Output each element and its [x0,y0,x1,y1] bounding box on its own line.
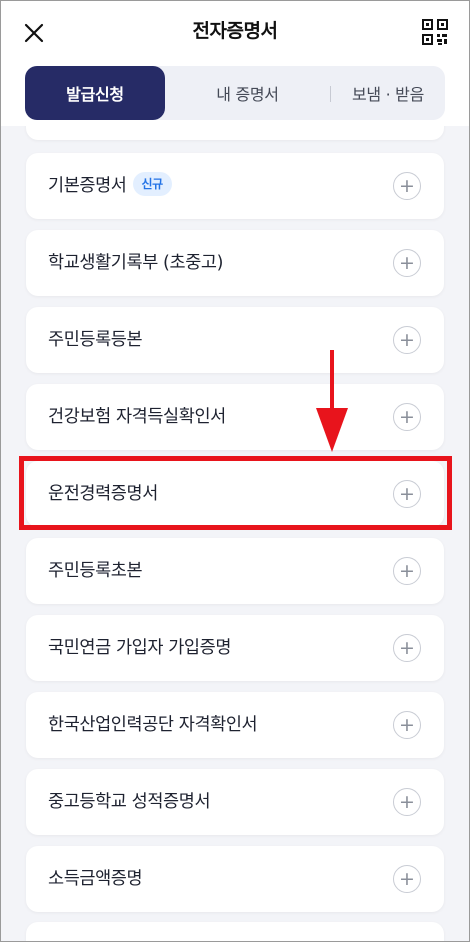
list-item[interactable]: 한국산업인력공단 자격확인서 + [26,692,444,758]
list-item[interactable]: 중고등학교 성적증명서 + [26,769,444,835]
list-item-label: 기본증명서 [48,176,127,196]
list-item-label-wrap: 기본증명서 신규 [48,153,172,219]
page-title: 전자증명서 [192,20,278,42]
tab-my-certificates[interactable]: 내 증명서 [165,66,330,120]
plus-icon[interactable]: + [393,403,421,431]
plus-icon[interactable]: + [393,865,421,893]
tab-apply[interactable]: 발급신청 [25,66,165,120]
list-item[interactable]: 주민등록등본 + [26,307,444,373]
list-item-label: 건강보험 자격득실확인서 [48,407,226,427]
list-item[interactable]: 소득금액증명 + [26,846,444,912]
list-item-label: 주민등록초본 [48,561,143,581]
plus-icon[interactable]: + [393,172,421,200]
list-item-label: 학교생활기록부 (초중고) [48,253,224,273]
list-item-label: 중고등학교 성적증명서 [48,792,211,812]
plus-icon[interactable]: + [393,634,421,662]
list-item[interactable]: 국민연금 가입자 가입증명 + [26,615,444,681]
tab-bar: 발급신청 내 증명서 보냄 · 받음 [25,66,445,120]
plus-icon[interactable]: + [393,480,421,508]
list-item-driving-record[interactable]: 운전경력증명서 + [26,461,444,527]
list-item-label: 국민연금 가입자 가입증명 [48,638,232,658]
qr-code-icon[interactable] [421,17,449,47]
list-item-label: 한국산업인력공단 자격확인서 [48,715,258,735]
plus-icon[interactable]: + [393,788,421,816]
list-item[interactable]: + [26,126,444,140]
list-item[interactable]: 학교생활기록부 (초중고) + [26,230,444,296]
list-item[interactable]: 기본증명서 신규 + [26,153,444,219]
list-item[interactable]: 주민등록초본 + [26,538,444,604]
app-header: 전자증명서 발급신청 내 증명서 보냄 · 받음 [0,0,470,126]
list-item-label: 운전경력증명서 [48,484,158,504]
plus-icon[interactable]: + [393,249,421,277]
plus-icon[interactable]: + [393,557,421,585]
new-badge: 신규 [132,172,172,196]
plus-icon[interactable]: + [393,711,421,739]
certificate-list: + 기본증명서신규 + 학교생활기록부 (초중고) + 주민등록등본 + 건강보… [0,126,470,942]
tab-sent-received[interactable]: 보냄 · 받음 [331,66,445,120]
list-item-label: 주민등록등본 [48,330,143,350]
list-item[interactable] [26,922,444,942]
plus-icon[interactable]: + [393,326,421,354]
list-item-label: 소득금액증명 [48,869,143,889]
list-item[interactable]: 건강보험 자격득실확인서 + [26,384,444,450]
